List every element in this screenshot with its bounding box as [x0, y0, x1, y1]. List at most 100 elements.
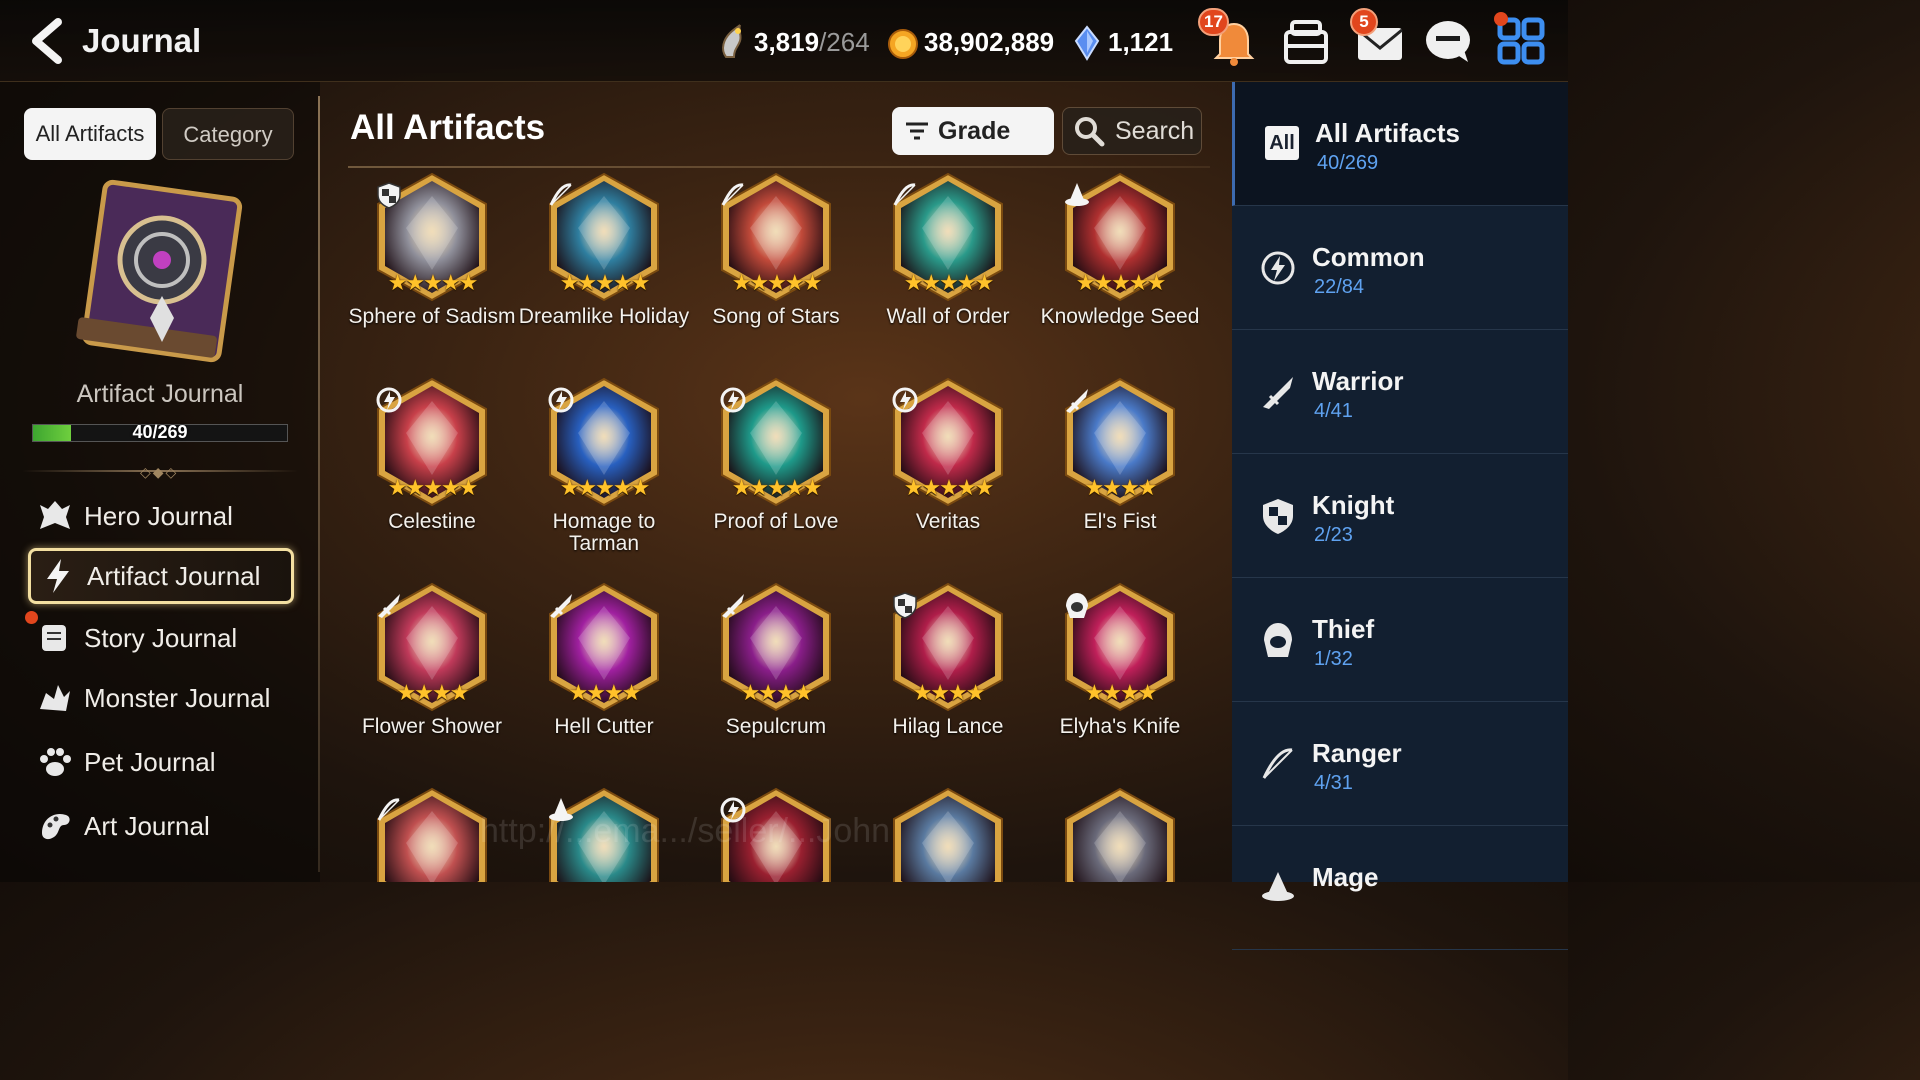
artifact-card[interactable]: ★★★★ El's Fist [1034, 377, 1206, 577]
monster-icon [40, 685, 70, 711]
menu-label: Artifact Journal [87, 560, 261, 591]
knight-class-icon [377, 182, 401, 209]
stamina-max: /264 [819, 26, 870, 57]
star-rating: ★★★★★ [559, 475, 651, 500]
artifact-card[interactable]: ★★★★★ Dreamlike Holiday [518, 172, 690, 372]
category-name: Knight [1312, 490, 1395, 520]
left-panel: All Artifacts Category Artifact Journal … [0, 82, 320, 882]
mage-icon [1262, 872, 1294, 901]
artifact-card[interactable]: ★★★★★ Veritas [862, 377, 1034, 577]
artifact-name: El's Fist [1083, 510, 1157, 533]
artifact-card[interactable]: ★★★★ Elyha's Knife [1034, 582, 1206, 782]
artifact-card[interactable]: ★★★★★ Knowledge Seed [1034, 172, 1206, 372]
warrior-class-icon [722, 594, 744, 618]
star-rating: ★★★★ [1084, 680, 1158, 705]
category-count: 40/269 [1317, 152, 1379, 174]
gold-counter[interactable]: 38,902,889 [886, 20, 1054, 64]
divider-ornament: ◇◆◇ [140, 464, 179, 480]
category-name: Common [1312, 242, 1425, 272]
category-knight[interactable]: Knight 2/23 [1232, 454, 1568, 578]
grade-label: Grade [938, 116, 1011, 145]
ranger-class-icon [377, 798, 400, 821]
category-common[interactable]: Common 22/84 [1232, 206, 1568, 330]
search-label: Search [1115, 116, 1195, 145]
category-warrior[interactable]: Warrior 4/41 [1232, 330, 1568, 454]
notification-badge: 17 [1198, 8, 1229, 36]
menu-hero-journal[interactable]: Hero Journal [28, 488, 294, 544]
artifact-card[interactable]: ★★★★★ Celestine [346, 377, 518, 577]
back-arrow-icon[interactable] [24, 16, 68, 66]
artifact-card[interactable]: ★★★★ Sepulcrum [690, 582, 862, 782]
artifact-card[interactable]: ★★★★ Hilag Lance [862, 582, 1034, 782]
paw-icon [40, 748, 71, 776]
artifact-name: Knowledge Seed [1040, 305, 1200, 328]
artifact-journal-book-icon [76, 179, 243, 363]
artifact-name: Hilag Lance [892, 715, 1004, 738]
star-rating: ★★★★★ [731, 475, 823, 500]
artifact-card[interactable]: ★★★★★ Homage to Tarman [518, 377, 690, 577]
artifact-name: Veritas [915, 510, 981, 533]
menu-dot [1494, 12, 1508, 26]
common-icon [1261, 251, 1295, 285]
artifact-card[interactable]: ★★★★ Hell Cutter [518, 582, 690, 782]
mail-badge: 5 [1350, 8, 1378, 36]
category-count: 2/23 [1314, 524, 1353, 546]
warrior-class-icon [378, 594, 400, 618]
star-rating: ★★★★★ [1075, 270, 1167, 295]
artifact-name: Proof of Love [713, 510, 839, 533]
chat-icon[interactable] [1420, 14, 1476, 68]
lightning-icon [47, 559, 69, 593]
artifact-icon [893, 787, 1003, 882]
tab-category[interactable]: Category [162, 108, 294, 160]
menu-story-journal[interactable]: Story Journal [28, 610, 294, 666]
warrior-icon [1263, 377, 1293, 409]
gift-box-icon[interactable] [1278, 14, 1334, 68]
menu-pet-journal[interactable]: Pet Journal [28, 734, 294, 790]
all-icon: All [1265, 126, 1299, 160]
panel-separator [318, 96, 320, 872]
ranger-class-icon [893, 183, 916, 206]
category-count: 4/41 [1314, 400, 1353, 422]
category-name: Ranger [1312, 738, 1402, 768]
menu-artifact-journal[interactable]: Artifact Journal [28, 548, 294, 604]
menu-art-journal[interactable]: Art Journal [28, 798, 294, 854]
menu-monster-journal[interactable]: Monster Journal [28, 670, 294, 726]
top-bar: Journal 3,819 /264 38,902,889 1,121 17 5 [0, 0, 1568, 82]
main-rule [348, 166, 1210, 168]
artifact-card[interactable]: ★★★★★ Wall of Order [862, 172, 1034, 372]
artifact-card[interactable]: ★★★★★ Song of Stars [690, 172, 862, 372]
star-rating: ★★★★★ [731, 270, 823, 295]
sort-icon [906, 122, 928, 140]
mage-class-icon [1065, 183, 1089, 206]
skystone-counter[interactable]: 1,121 [1070, 20, 1173, 64]
ranger-class-icon [721, 183, 744, 206]
artifact-card[interactable]: ★★★★ Flower Shower [346, 582, 518, 782]
search-button[interactable]: Search [1062, 107, 1202, 155]
tab-all-artifacts[interactable]: All Artifacts [24, 108, 156, 160]
category-name: Thief [1312, 614, 1375, 644]
common-class-icon [548, 387, 574, 413]
watermark: http://...ema.../seller/...John [480, 812, 891, 850]
category-mage[interactable]: Mage [1232, 826, 1568, 950]
artifact-card[interactable]: ★★★★★ Sphere of Sadism [346, 172, 518, 372]
star-rating: ★★★★ [1084, 475, 1158, 500]
grade-sort-button[interactable]: Grade [892, 107, 1054, 155]
category-thief[interactable]: Thief 1/32 [1232, 578, 1568, 702]
artifact-name: Wall of Order [886, 305, 1010, 328]
artifact-name: Dreamlike Holiday [518, 305, 690, 328]
gold-coin-icon [888, 29, 918, 59]
stamina-counter[interactable]: 3,819 /264 [716, 20, 870, 64]
category-count: 1/32 [1314, 648, 1353, 670]
menu-label: Story Journal [84, 622, 238, 653]
artifact-grid: ★★★★★ Sphere of Sadism ★★★★★ Dreamlike Holi… [346, 172, 1206, 882]
main-title: All Artifacts [350, 108, 546, 147]
category-ranger[interactable]: Ranger 4/31 [1232, 702, 1568, 826]
category-all-artifacts[interactable]: All All Artifacts 40/269 [1232, 82, 1568, 206]
star-rating: ★★★★ [912, 680, 986, 705]
progress-text: 40/269 [132, 422, 188, 442]
artifact-card[interactable]: ★★★★★ Proof of Love [690, 377, 862, 577]
common-class-icon [892, 387, 918, 413]
menu-label: Art Journal [84, 810, 210, 841]
artifact-card[interactable] [1034, 787, 1206, 882]
artifact-name: Song of Stars [712, 305, 840, 328]
